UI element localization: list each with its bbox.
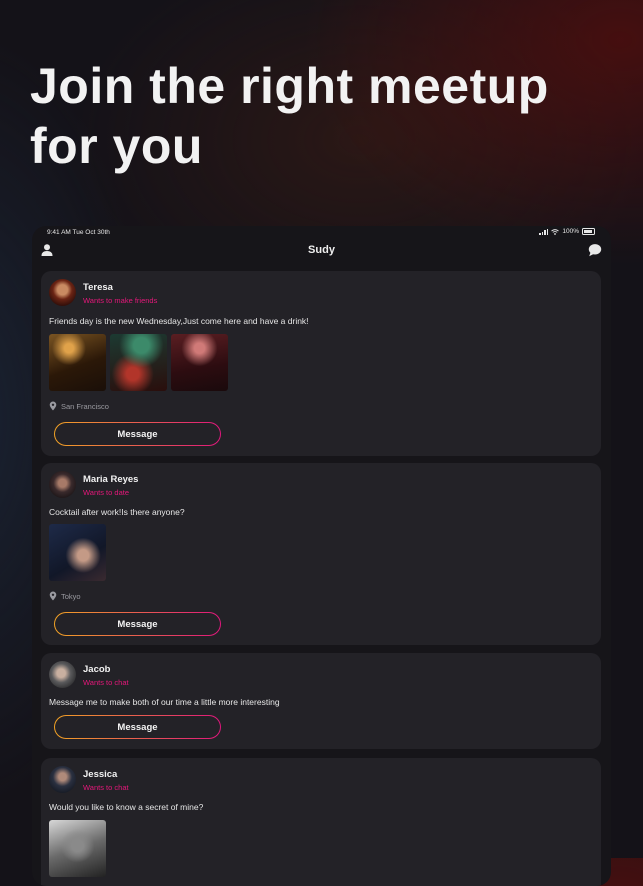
post-text: Friends day is the new Wednesday,Just co…: [49, 316, 309, 326]
location: San Francisco: [49, 401, 109, 411]
location: Tokyo: [49, 591, 81, 601]
post-photo[interactable]: [49, 820, 106, 877]
wants-label: Wants to chat: [83, 783, 129, 792]
headline: Join the right meetup for you: [30, 56, 630, 176]
battery-percent: 100%: [562, 228, 579, 235]
avatar[interactable]: [49, 766, 76, 793]
status-indicators: 100%: [539, 228, 595, 235]
message-button[interactable]: Message: [54, 422, 221, 446]
post-card-jessica: Jessica Wants to chat Would you like to …: [41, 758, 601, 886]
location-label: Tokyo: [61, 591, 81, 601]
user-name[interactable]: Jessica: [83, 769, 117, 780]
nav-bar: Sudy: [32, 240, 611, 270]
post-photo[interactable]: [49, 524, 106, 581]
user-name[interactable]: Jacob: [83, 664, 110, 675]
user-name[interactable]: Maria Reyes: [83, 474, 138, 485]
post-text: Message me to make both of our time a li…: [49, 697, 280, 707]
post-card-teresa: Teresa Wants to make friends Friends day…: [41, 271, 601, 456]
avatar[interactable]: [49, 661, 76, 688]
avatar[interactable]: [49, 471, 76, 498]
wifi-icon: [551, 228, 560, 235]
post-photo[interactable]: [110, 334, 167, 391]
headline-line-2: for you: [30, 118, 203, 174]
nav-title: Sudy: [308, 244, 335, 256]
post-photo[interactable]: [49, 334, 106, 391]
location-pin-icon: [49, 591, 57, 601]
message-button[interactable]: Message: [54, 612, 221, 636]
message-button[interactable]: Message: [54, 715, 221, 739]
location-label: San Francisco: [61, 401, 109, 411]
status-time: 9:41 AM Tue Oct 30th: [47, 229, 110, 236]
wants-label: Wants to chat: [83, 678, 129, 687]
avatar[interactable]: [49, 279, 76, 306]
photo-row: [49, 524, 106, 581]
post-photo[interactable]: [171, 334, 228, 391]
post-card-maria-reyes: Maria Reyes Wants to date Cocktail after…: [41, 463, 601, 645]
battery-icon: [582, 228, 595, 235]
photo-row: [49, 334, 228, 391]
post-text: Cocktail after work!Is there anyone?: [49, 507, 185, 517]
wants-label: Wants to make friends: [83, 296, 158, 305]
photo-row: [49, 820, 106, 877]
chat-bubble-icon[interactable]: [588, 243, 602, 257]
post-card-jacob: Jacob Wants to chat Message me to make b…: [41, 653, 601, 749]
device-frame: 9:41 AM Tue Oct 30th 100% Sudy Teresa Wa…: [32, 226, 611, 886]
headline-line-1: Join the right meetup: [30, 58, 549, 114]
post-text: Would you like to know a secret of mine?: [49, 802, 204, 812]
status-bar: 9:41 AM Tue Oct 30th 100%: [32, 226, 611, 240]
location-pin-icon: [49, 401, 57, 411]
wants-label: Wants to date: [83, 488, 129, 497]
user-name[interactable]: Teresa: [83, 282, 113, 293]
signal-icon: [539, 228, 549, 235]
